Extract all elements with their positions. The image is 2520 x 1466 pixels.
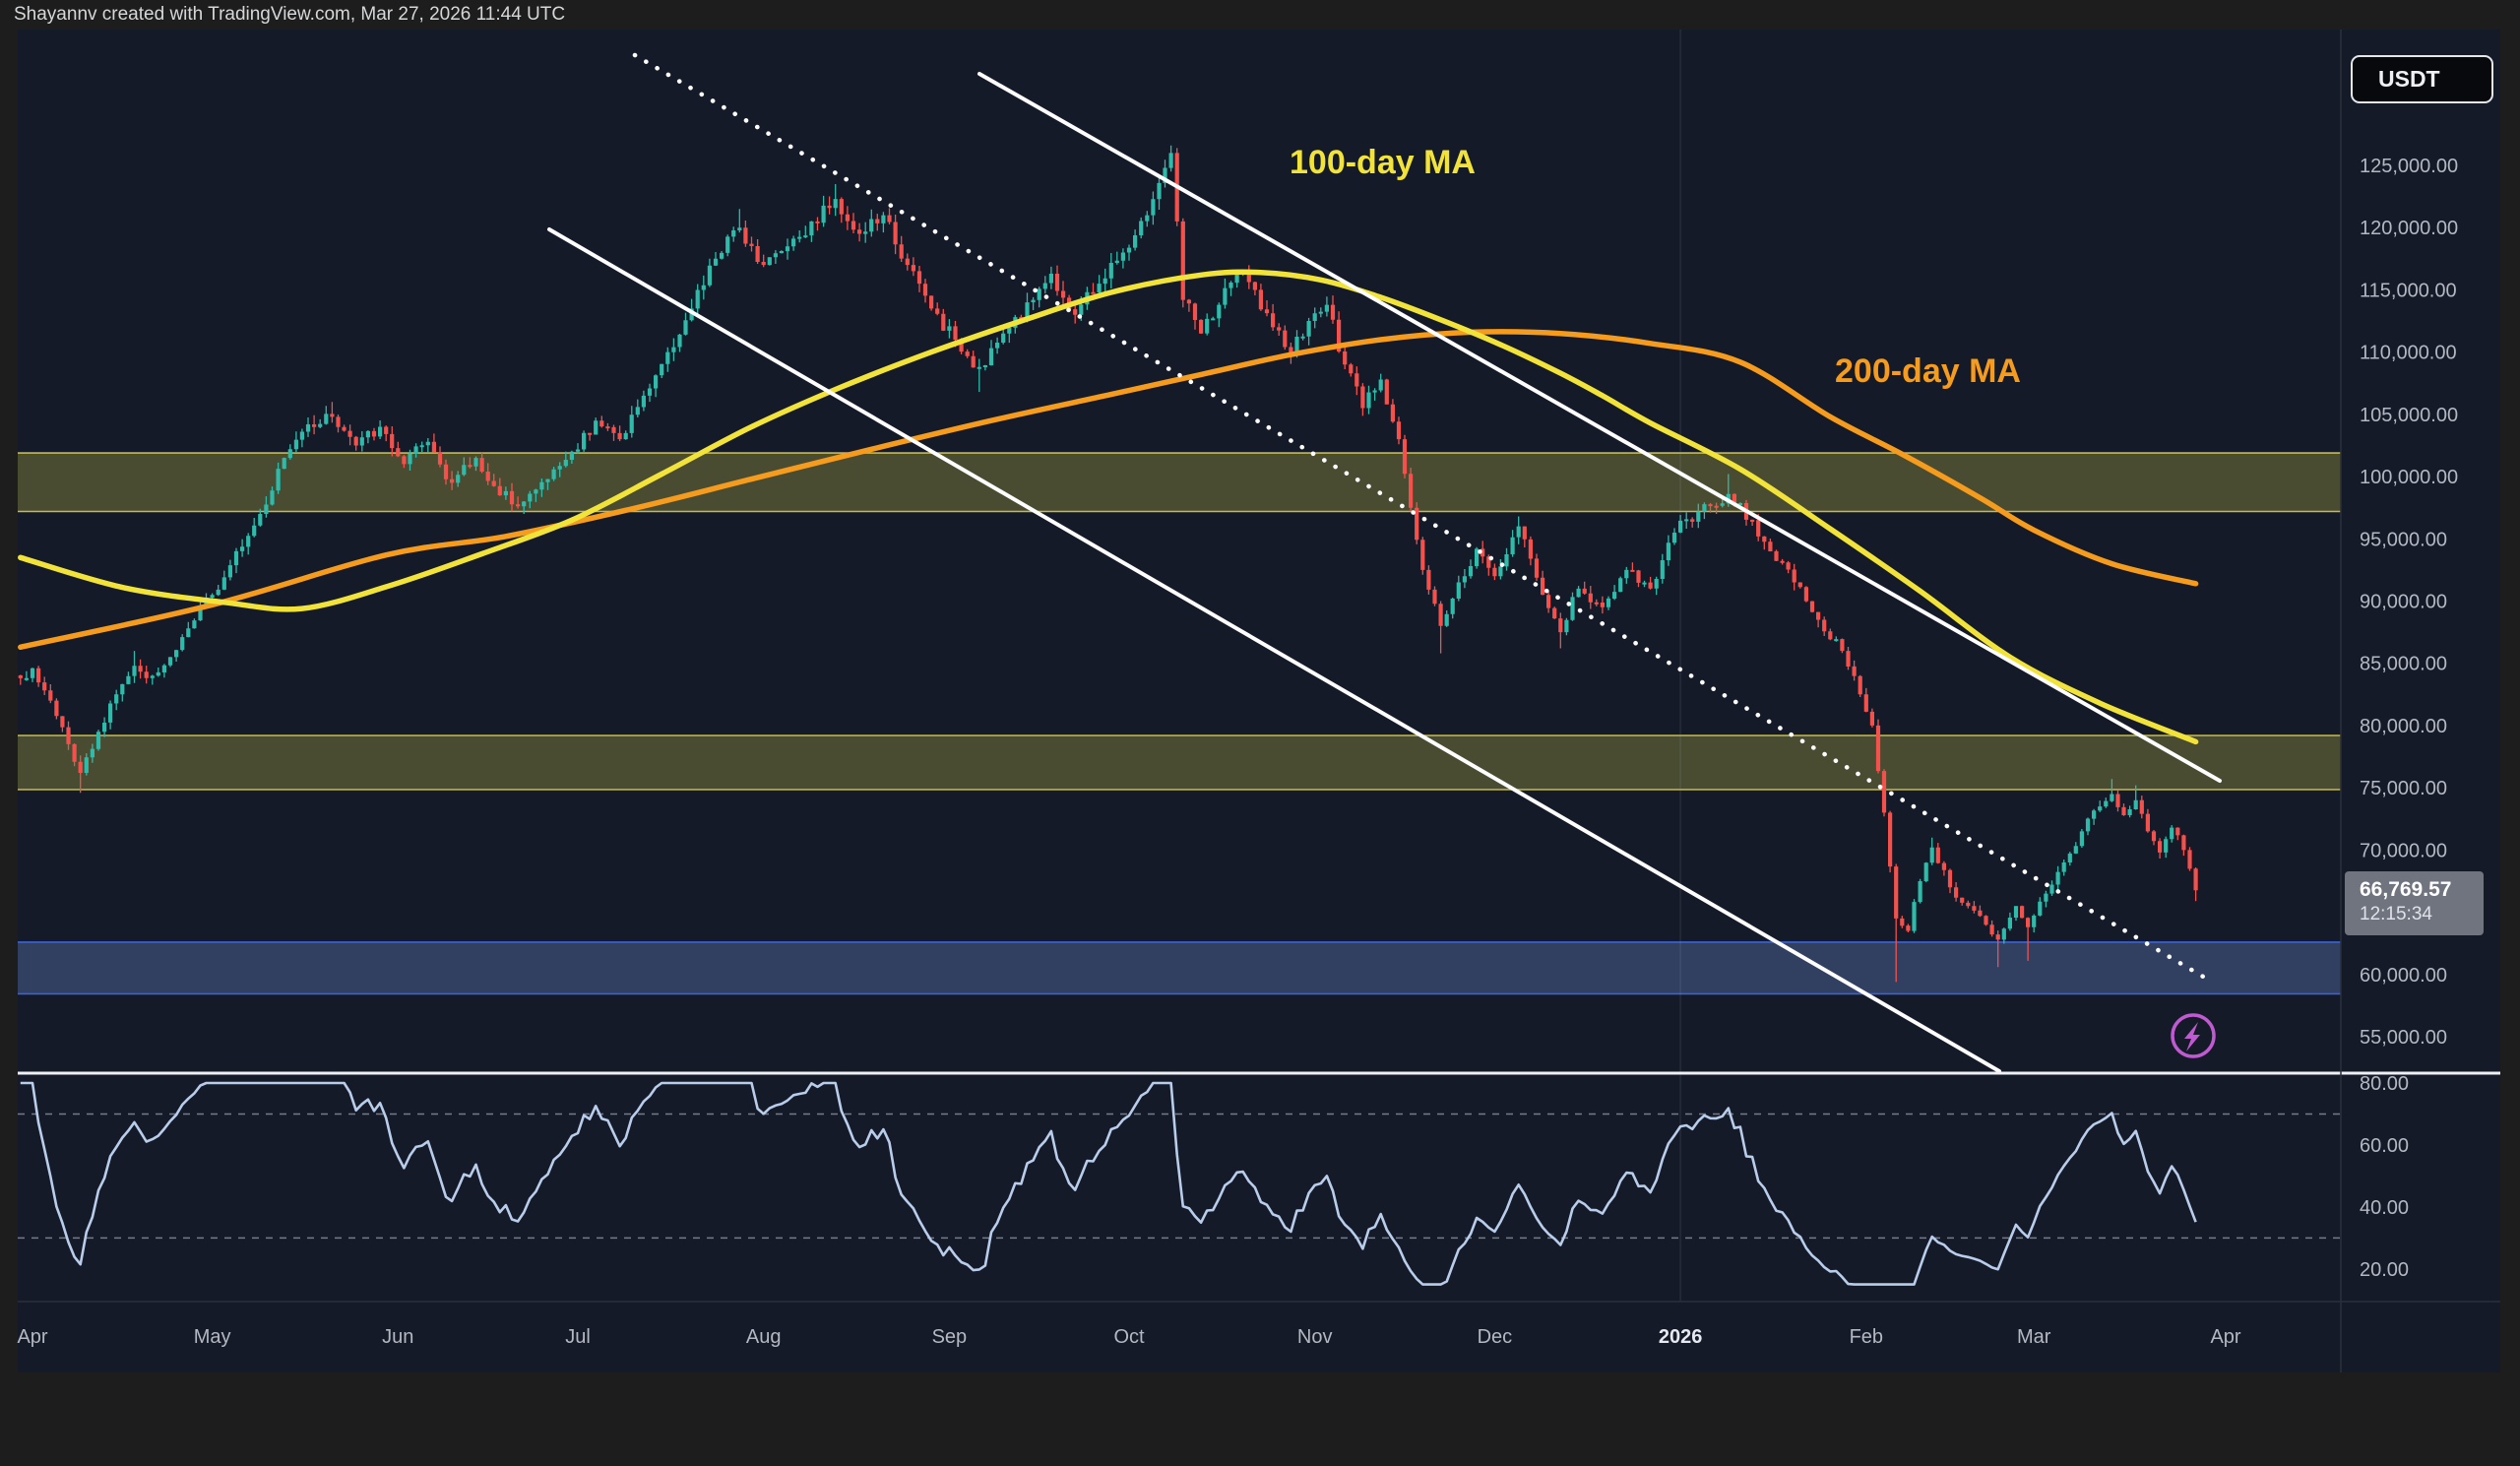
price-tick-label: 125,000.00 [2360, 156, 2458, 177]
price-tick-label: 55,000.00 [2360, 1027, 2447, 1049]
price-tick-label: 75,000.00 [2360, 778, 2447, 799]
price-tick-label: 105,000.00 [2360, 405, 2458, 426]
price-tick-label: 70,000.00 [2360, 840, 2447, 861]
bar-countdown: 12:15:34 [2360, 903, 2484, 926]
time-axis[interactable]: Apr May Jun Jul Aug Sep Oct Nov Dec 2026 Feb Mar Apr [17, 1326, 2240, 1348]
price-tick-label: 60,000.00 [2360, 965, 2447, 987]
chart-canvas[interactable]: 125,000.00 120,000.00 115,000.00 110,000.00… [0, 0, 2520, 1466]
time-tick-label-sep: Sep [932, 1326, 968, 1348]
price-pane[interactable] [18, 30, 2341, 1073]
rsi-tick-label: 40.00 [2360, 1197, 2409, 1219]
price-tick-label: 90,000.00 [2360, 592, 2447, 613]
last-price-value: 66,769.57 [2360, 877, 2484, 903]
price-tick-label: 80,000.00 [2360, 716, 2447, 737]
quote-currency-badge[interactable]: USDT [2351, 55, 2493, 103]
time-tick-label-nov: Nov [1297, 1326, 1333, 1348]
tradingview-screenshot: Shayannv created with TradingView.com, M… [0, 0, 2520, 1466]
rsi-tick-label: 20.00 [2360, 1259, 2409, 1281]
price-tick-label: 110,000.00 [2360, 343, 2457, 364]
ma100-label: 100-day MA [1290, 144, 1476, 182]
price-tick-label: 115,000.00 [2360, 280, 2457, 301]
time-tick-label-feb: Feb [1850, 1326, 1883, 1348]
time-tick-label-oct: Oct [1113, 1326, 1145, 1348]
price-tick-label: 120,000.00 [2360, 218, 2458, 239]
time-tick-label-apr: Apr [17, 1326, 47, 1348]
candle-bodies-down [19, 153, 2198, 939]
rsi-tick-label: 60.00 [2360, 1135, 2409, 1157]
rsi-axis[interactable]: 80.00 60.00 40.00 20.00 [2360, 1073, 2409, 1281]
rsi-line [21, 1083, 2196, 1285]
rsi-pane[interactable] [18, 1075, 2341, 1302]
channel-line-right[interactable] [979, 74, 2220, 781]
price-tick-label: 85,000.00 [2360, 654, 2447, 675]
time-tick-label-may: May [194, 1326, 231, 1348]
last-price-label[interactable]: 66,769.57 12:15:34 [2345, 871, 2484, 935]
support-zone-blue [18, 942, 2341, 994]
time-tick-label-mar: Mar [2017, 1326, 2051, 1348]
time-tick-label-aug: Aug [746, 1326, 782, 1348]
time-tick-label-apr: Apr [2210, 1326, 2240, 1348]
time-tick-label-jun: Jun [382, 1326, 413, 1348]
resistance-zone-lower [18, 735, 2341, 790]
price-tick-label: 95,000.00 [2360, 529, 2447, 550]
ma200-label: 200-day MA [1835, 352, 2021, 391]
channel-midline-dotted[interactable] [635, 55, 2210, 981]
time-tick-label-2026: 2026 [1659, 1326, 1703, 1348]
footer-bar: TradingView [0, 1372, 2520, 1466]
rsi-tick-label: 80.00 [2360, 1073, 2409, 1095]
lightning-icon[interactable] [2173, 1015, 2214, 1056]
price-tick-label: 100,000.00 [2360, 467, 2458, 488]
time-tick-label-dec: Dec [1478, 1326, 1513, 1348]
time-tick-label-jul: Jul [565, 1326, 591, 1348]
